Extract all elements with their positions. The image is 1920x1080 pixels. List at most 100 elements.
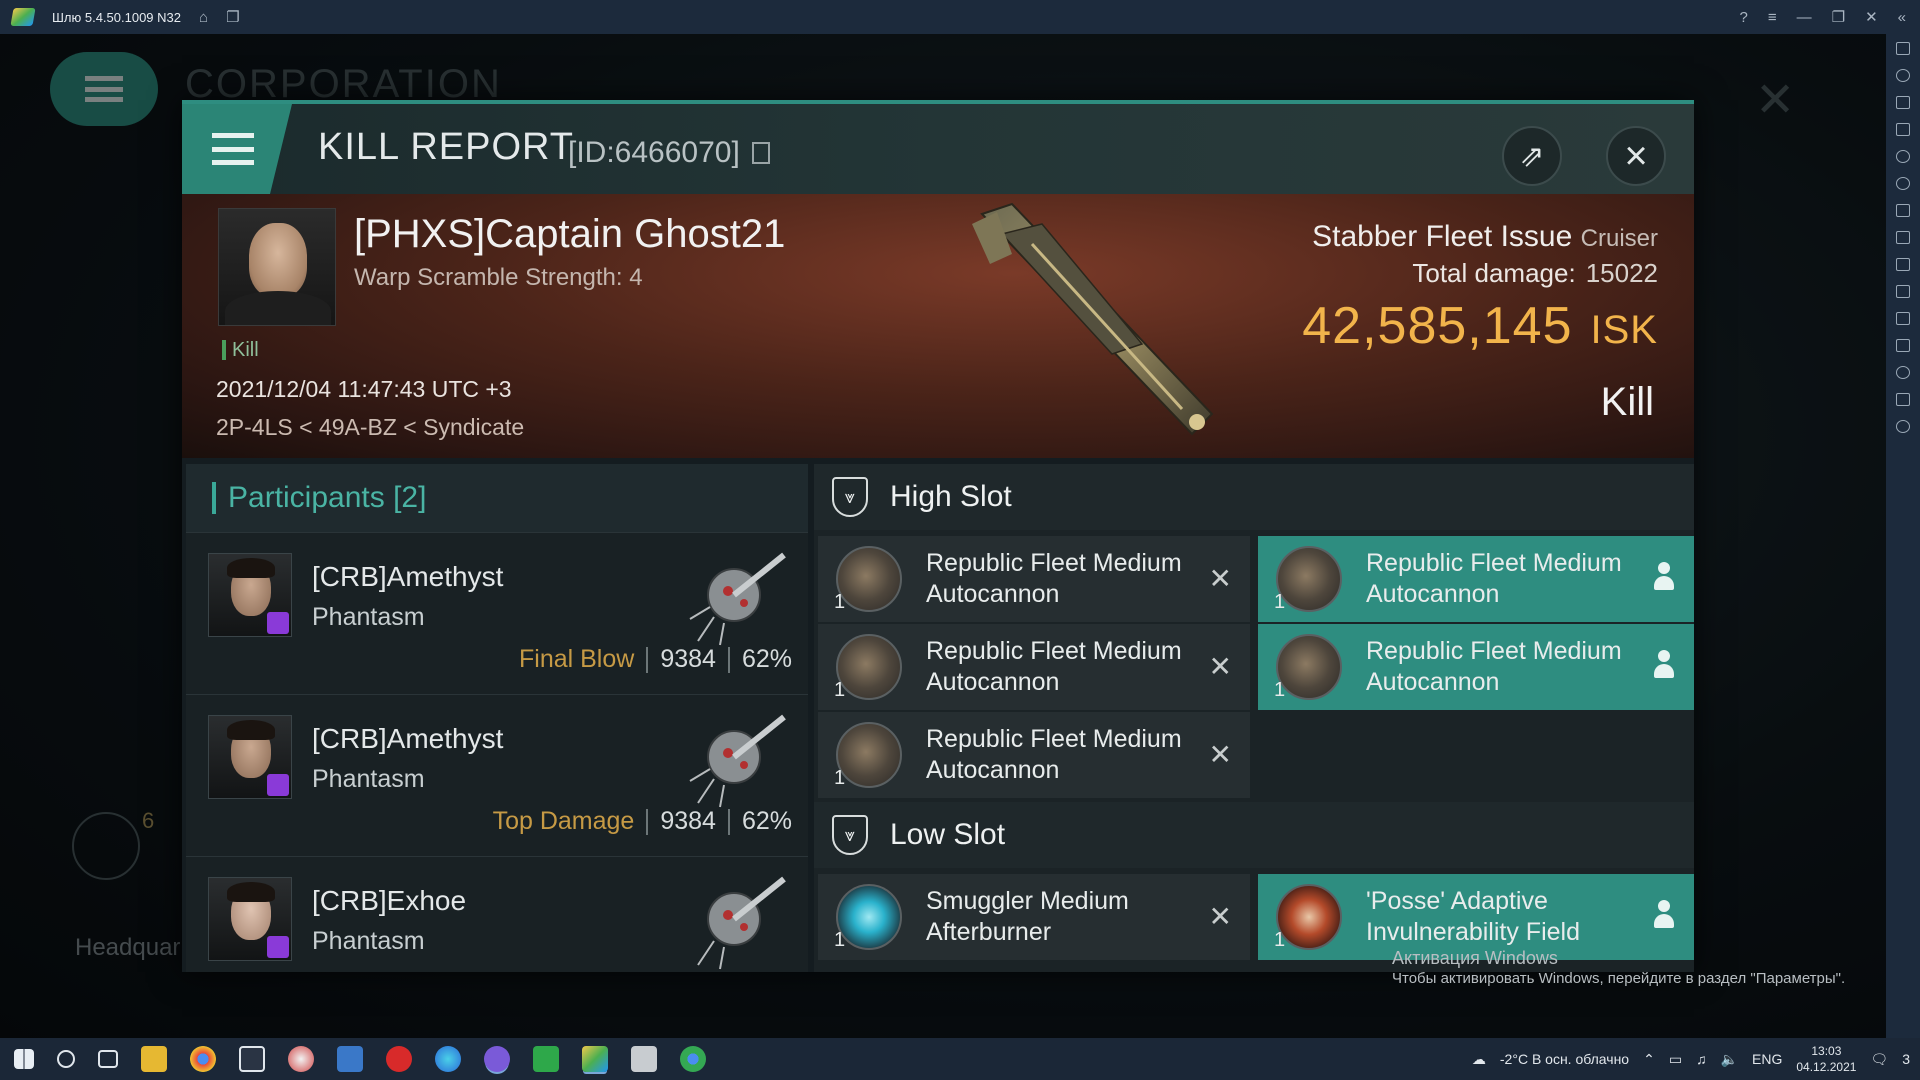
participant-tag: Final Blow [519,645,635,673]
edge-icon[interactable] [435,1046,461,1072]
victim-ship-image[interactable] [942,194,1242,454]
report-menu-button[interactable] [182,104,292,194]
kill-location[interactable]: 2P-4LS < 49A-BZ < Syndicate [216,414,524,441]
module-item-survived[interactable]: 1 Republic Fleet Medium Autocannon [1258,624,1694,710]
volume-icon[interactable] [1896,69,1910,82]
app-cloud-icon[interactable] [288,1046,314,1072]
file-explorer-icon[interactable] [141,1046,167,1072]
close-window-icon[interactable]: ✕ [1865,8,1878,26]
notifications-icon[interactable]: 🗨 [1870,1051,1888,1068]
module-quantity: 1 [1274,929,1286,951]
collapse-sidebar-icon[interactable]: « [1898,9,1906,26]
app-window-icon[interactable] [239,1046,265,1072]
multi-instance-icon[interactable]: ❐ [226,8,239,26]
minimize-icon[interactable]: — [1797,9,1812,26]
participant-avatar[interactable] [208,877,292,961]
module-item-survived[interactable]: 1 Republic Fleet Medium Autocannon [1258,536,1694,622]
restore-icon[interactable]: ❐ [1832,8,1845,26]
share-icon: ⇗ [1519,139,1545,173]
chrome-icon[interactable] [190,1046,216,1072]
language-indicator[interactable]: ENG [1752,1051,1782,1067]
video-icon[interactable] [1896,96,1910,109]
green-app-icon[interactable] [533,1046,559,1072]
close-icon: × [1624,133,1648,178]
module-quantity: 1 [834,679,846,701]
kill-result: Kill [1600,380,1654,424]
module-name: Republic Fleet Medium Autocannon [926,549,1182,608]
copy-icon[interactable] [1896,312,1910,325]
folder-icon[interactable] [1896,285,1910,298]
emulator-title: Шлю 5.4.50.1009 N32 [52,9,181,25]
participant-row[interactable]: [CRB]Exhoe Phantasm [186,856,808,972]
participant-row[interactable]: [CRB]Amethyst Phantasm Top Damage 9384 6… [186,694,808,856]
participant-stats: Top Damage 9384 62% [493,807,792,836]
location-icon[interactable] [1896,366,1910,379]
fullscreen-icon[interactable] [1896,42,1910,55]
module-item-dropped[interactable]: 1 Smuggler Medium Afterburner ✕ [818,874,1250,960]
home-icon[interactable]: ⌂ [199,9,208,26]
red-app-icon[interactable] [386,1046,412,1072]
weather-icon[interactable]: ☁ [1472,1051,1486,1068]
participants-header: Participants [2] [186,464,808,532]
task-view-icon[interactable] [98,1050,118,1068]
participants-count: [2] [393,481,427,514]
install-apk-icon[interactable] [1896,204,1910,217]
close-report-button[interactable]: × [1606,126,1666,186]
autocannon-icon [1276,546,1342,612]
printer-icon[interactable] [631,1046,657,1072]
speaker-icon[interactable]: 🔈 [1721,1051,1738,1068]
participant-name: [CRB]Amethyst [312,723,504,754]
chrome-profile-icon[interactable] [680,1046,706,1072]
participant-percent: 62% [741,807,792,835]
sync-icon[interactable] [1896,177,1910,190]
rotate-icon[interactable] [1896,150,1910,163]
autocannon-icon [836,546,902,612]
show-hidden-icons[interactable]: ⌃ [1643,1051,1655,1068]
victim-name[interactable]: [PHXS]Captain Ghost21 [354,212,785,257]
participant-ship-icon [689,714,786,808]
camera-icon[interactable] [1896,258,1910,271]
victim-portrait[interactable] [218,208,336,326]
screenshot-icon[interactable] [1896,231,1910,244]
network-icon[interactable]: ▭ [1669,1051,1682,1068]
participant-tag: Top Damage [492,807,635,835]
copy-id-icon[interactable] [752,142,770,164]
autocannon-icon [1276,634,1342,700]
module-name: Smuggler Medium Afterburner [926,887,1129,946]
share-button[interactable]: ⇗ [1502,126,1562,186]
microphone-icon[interactable]: ♫ [1696,1051,1707,1067]
module-item-dropped[interactable]: 1 Republic Fleet Medium Autocannon ✕ [818,712,1250,798]
module-name: 'Posse' Adaptive Invulnerability Field [1366,887,1580,946]
afterburner-icon [836,884,902,950]
participant-avatar[interactable] [208,715,292,799]
discord-icon[interactable] [484,1046,510,1072]
macro-icon[interactable] [1896,420,1910,433]
start-icon[interactable] [14,1049,34,1069]
isk-unit: ISK [1590,308,1658,352]
emulator-taskbar-icon[interactable] [582,1046,608,1072]
calculator-icon[interactable] [337,1046,363,1072]
search-icon[interactable] [57,1050,75,1068]
emulator-logo-icon [10,8,36,26]
victim-ship-name[interactable]: Stabber Fleet Issue Cruiser [1312,220,1658,254]
activation-watermark-text: Чтобы активировать Windows, перейдите в … [1392,970,1846,987]
help-icon[interactable]: ? [1740,9,1748,26]
erase-icon[interactable] [1896,339,1910,352]
layers-icon[interactable] [1896,393,1910,406]
module-name: Republic Fleet Medium Autocannon [926,637,1182,696]
destroyed-icon: ✕ [1208,901,1232,932]
participant-damage: 9384 [660,807,716,835]
participant-avatar[interactable] [208,553,292,637]
victim-warp-scramble: Warp Scramble Strength: 4 [354,264,643,291]
autocannon-icon [836,634,902,700]
clock[interactable]: 13:03 04.12.2021 [1796,1043,1856,1075]
module-item-dropped[interactable]: 1 Republic Fleet Medium Autocannon ✕ [818,536,1250,622]
fitting-panel: ⩔ High Slot 1 Republic Fleet Medium Auto… [814,464,1694,972]
module-quantity: 1 [834,929,846,951]
module-item-dropped[interactable]: 1 Republic Fleet Medium Autocannon ✕ [818,624,1250,710]
low-slot-icon: ⩔ [832,815,868,855]
participant-row[interactable]: [CRB]Amethyst Phantasm Final Blow 9384 6… [186,532,808,694]
keyboard-icon[interactable] [1896,123,1910,136]
weather-text[interactable]: -2°C В осн. облачно [1500,1051,1629,1067]
menu-icon[interactable]: ≡ [1768,9,1777,26]
